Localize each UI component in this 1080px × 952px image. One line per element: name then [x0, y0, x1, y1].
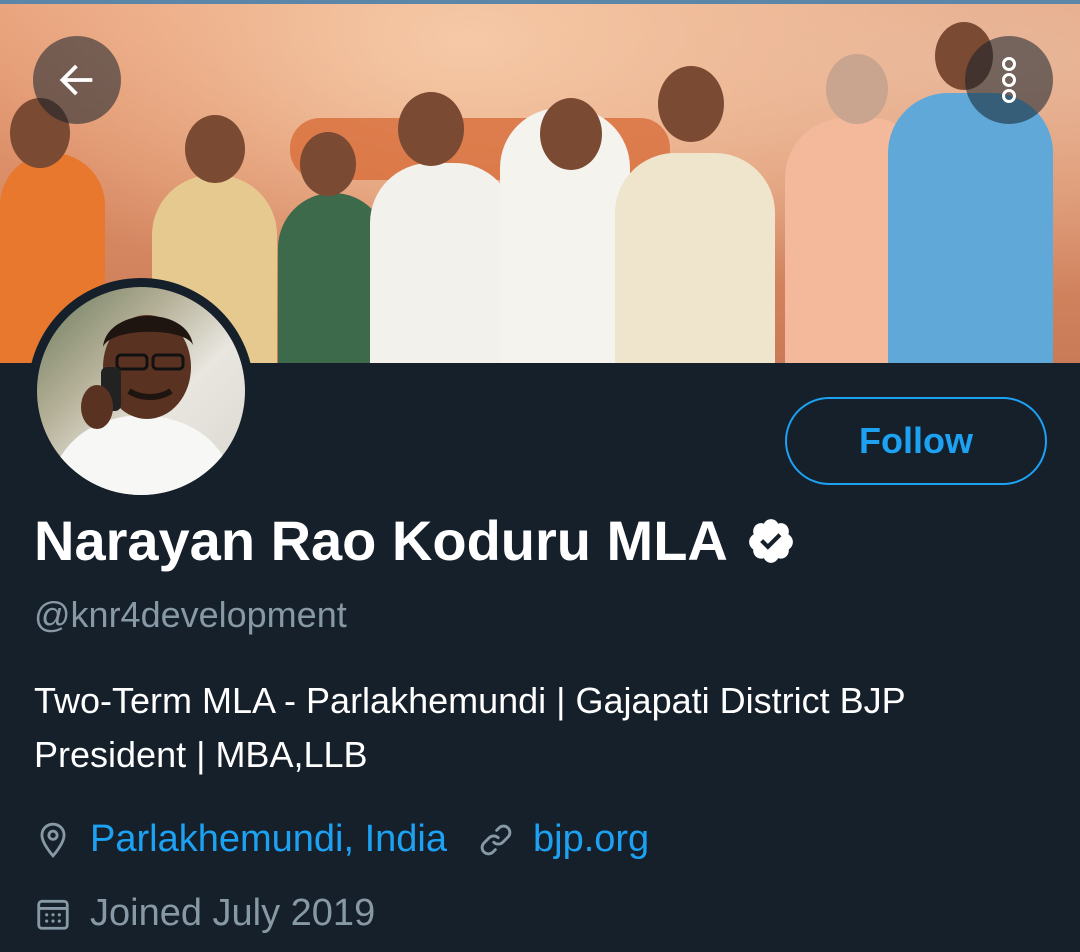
location-text[interactable]: Parlakhemundi, India: [90, 818, 447, 861]
banner-figure: [888, 93, 1053, 363]
display-name-text: Narayan Rao Koduru MLA: [34, 509, 728, 572]
banner-figure: [370, 163, 515, 363]
avatar[interactable]: [37, 287, 245, 495]
avatar-border: [28, 278, 254, 504]
verified-badge-icon: [748, 518, 793, 563]
display-name: Narayan Rao Koduru MLA: [34, 508, 796, 573]
more-vertical-icon: [1002, 57, 1016, 103]
profile-meta-joined: Joined July 2019: [34, 892, 375, 935]
website-link[interactable]: bjp.org: [533, 818, 649, 861]
banner-figure-head: [658, 66, 724, 142]
arrow-left-icon: [59, 64, 93, 96]
follow-button[interactable]: Follow: [785, 397, 1047, 485]
joined-date: Joined July 2019: [90, 892, 376, 934]
profile-meta-location-website: Parlakhemundi, India bjp.org: [34, 818, 649, 861]
banner-figure-head: [300, 132, 356, 196]
back-button[interactable]: [33, 36, 121, 124]
banner-figure-head: [826, 54, 888, 124]
banner-figure-head: [540, 98, 602, 170]
profile-photo-man-on-phone: [47, 315, 237, 495]
link-icon: [480, 824, 512, 855]
location-pin-icon: [40, 822, 66, 858]
profile-bio: Two-Term MLA - Parlakhemundi | Gajapati …: [34, 680, 905, 775]
banner-figure-head: [398, 92, 464, 166]
more-options-button[interactable]: [965, 36, 1053, 124]
banner-figure-head: [185, 115, 245, 183]
banner-figure: [615, 153, 775, 363]
banner-top-edge: [0, 0, 1080, 4]
calendar-icon: [37, 899, 69, 930]
user-handle: @knr4development: [34, 594, 347, 635]
